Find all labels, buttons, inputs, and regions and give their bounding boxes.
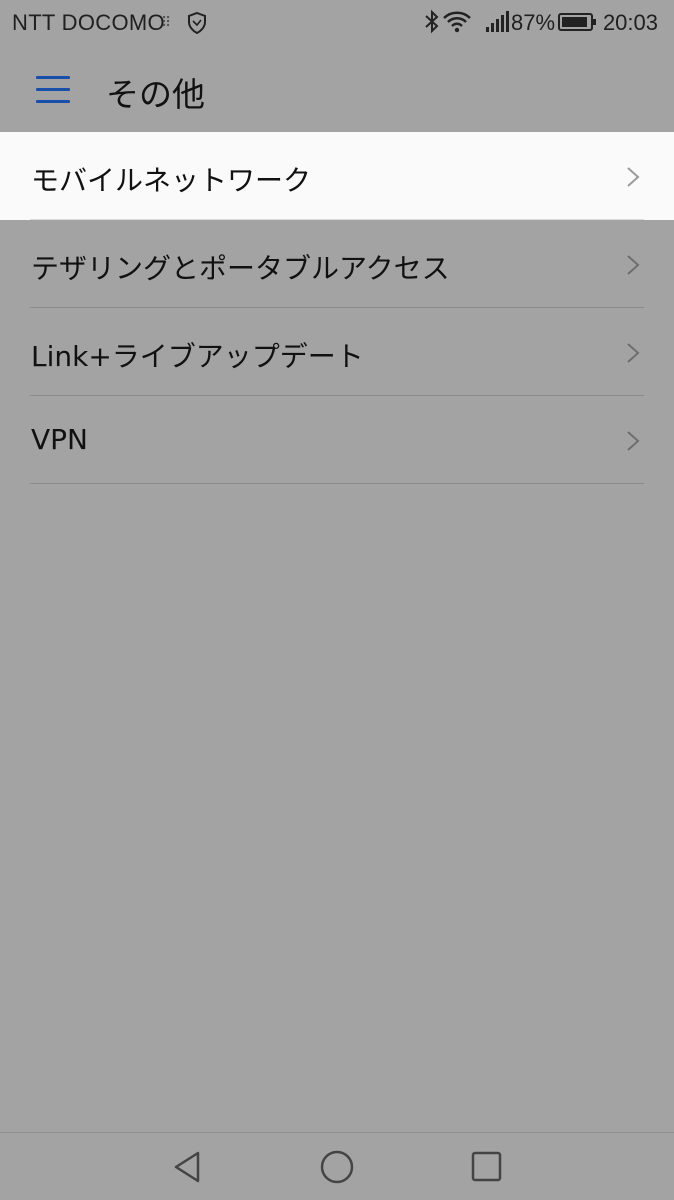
page-title: その他 [106,75,205,114]
shield-icon [188,11,206,35]
list-item-mobile-network[interactable]: モバイルネットワーク [0,132,674,220]
carrier-name: NTT DOCOMO [12,10,165,35]
list-item-link-plus-live-update[interactable]: Link+ライブアップデート [0,308,674,396]
navigation-bar [0,1132,674,1200]
list-item-label: モバイルネットワーク [31,164,312,197]
recents-icon[interactable] [466,1149,506,1185]
svg-text:⠿: ⠿ [161,15,171,31]
bluetooth-icon [425,9,439,34]
list-item-label: Link+ライブアップデート [31,340,364,373]
list-item-vpn[interactable]: VPN [0,396,674,484]
battery-icon [558,13,596,31]
list-item-tethering[interactable]: テザリングとポータブルアクセス [0,220,674,308]
battery-percent: 87% [511,10,556,35]
chevron-right-icon [627,255,640,275]
hamburger-menu-icon[interactable] [36,74,70,104]
wifi-icon [443,11,471,33]
chevron-right-icon [627,431,640,451]
list-item-label: テザリングとポータブルアクセス [31,252,450,285]
app-bar: その他 [0,46,674,132]
status-bar: NTT DOCOMO ⠿ 87% 20:03 [0,0,674,46]
chevron-right-icon [627,343,640,363]
settings-list: モバイルネットワーク テザリングとポータブルアクセス Link+ライブアップデー… [0,132,674,484]
list-item-label: VPN [31,423,88,456]
sim-icon: ⠿ [161,15,171,31]
clock: 20:03 [602,10,658,35]
chevron-right-icon [627,167,640,187]
home-icon[interactable] [317,1149,357,1185]
back-icon[interactable] [168,1149,208,1185]
divider [30,483,644,484]
signal-icon [486,11,509,32]
